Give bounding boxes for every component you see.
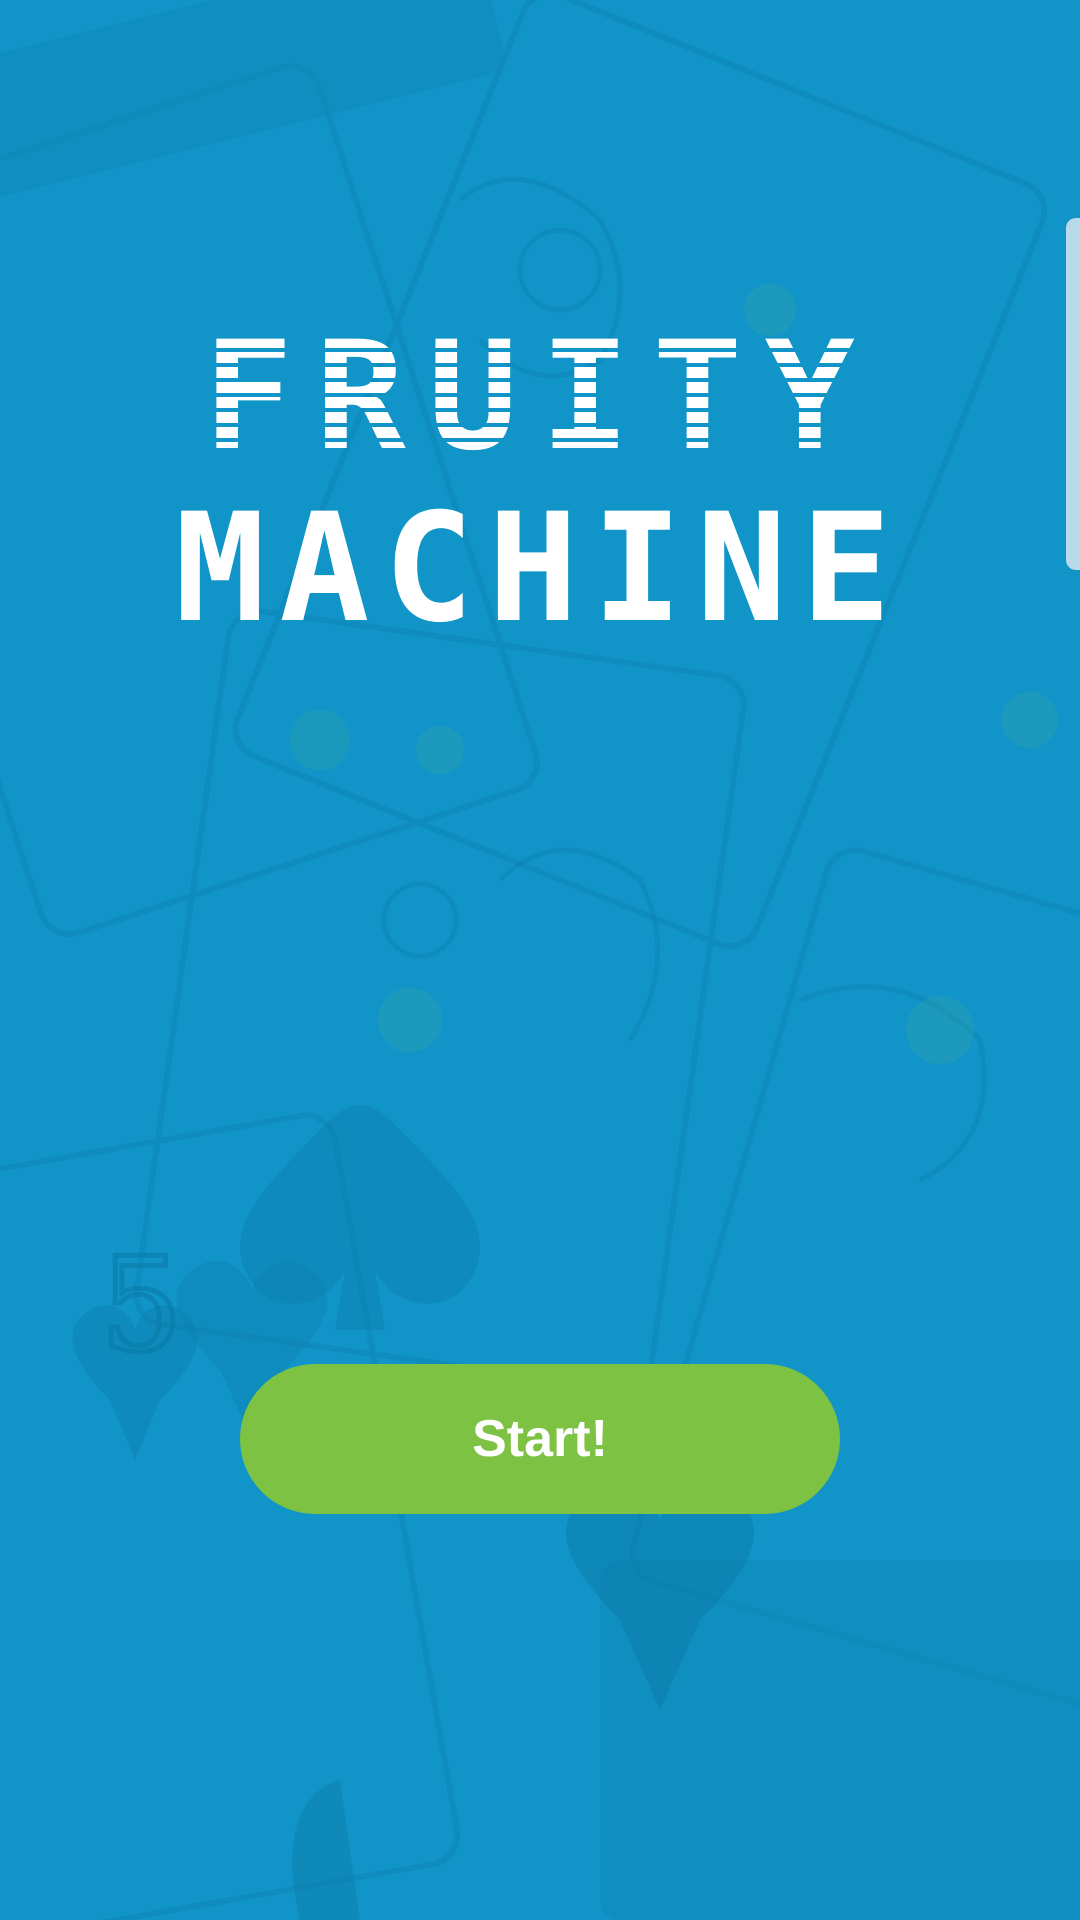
start-button-label: Start! (472, 1410, 608, 1468)
start-button[interactable]: Start! (240, 1364, 840, 1514)
svg-text:5: 5 (100, 1229, 183, 1381)
title-line-fruity: FRUITY (203, 310, 877, 484)
playing-cards-background: 5 (0, 0, 1080, 1920)
title-line-machine: MACHINE (174, 482, 906, 656)
